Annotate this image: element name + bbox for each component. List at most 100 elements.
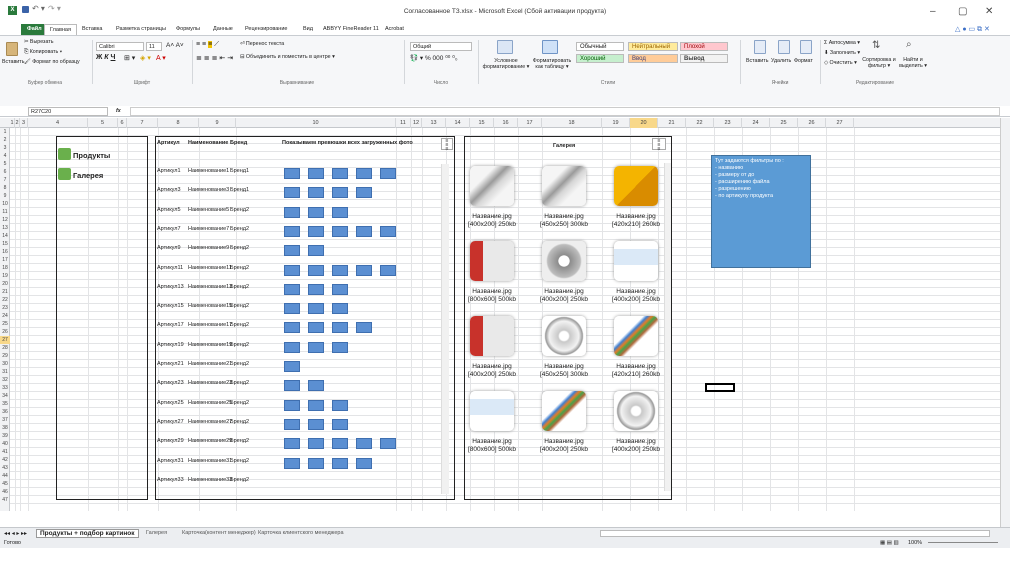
- gallery-thumbnail[interactable]: [470, 316, 514, 356]
- row-header[interactable]: 10: [0, 200, 10, 208]
- preview-thumbnail[interactable]: [308, 264, 324, 276]
- column-header[interactable]: 5: [88, 118, 118, 128]
- format-cells-button[interactable]: Формат: [794, 58, 813, 64]
- column-header[interactable]: 8: [158, 118, 199, 128]
- preview-thumbnail[interactable]: [356, 438, 372, 450]
- row-header[interactable]: 3: [0, 144, 10, 152]
- tab-home[interactable]: Главная: [44, 24, 77, 35]
- style-input[interactable]: Ввод: [628, 54, 678, 63]
- gallery-thumbnail[interactable]: [470, 391, 514, 431]
- font-size-combo[interactable]: 11: [146, 42, 162, 51]
- preview-thumbnail[interactable]: [308, 206, 324, 218]
- column-header[interactable]: 16: [494, 118, 518, 128]
- preview-thumbnail[interactable]: [356, 187, 372, 199]
- column-header[interactable]: 3: [20, 118, 28, 128]
- tab-acrobat[interactable]: Acrobat: [385, 24, 404, 35]
- horizontal-align-icon[interactable]: ≣ ≣ ≣ ⇤ ⇥: [196, 54, 233, 62]
- gallery-thumbnail[interactable]: [542, 391, 586, 431]
- row-header[interactable]: 20: [0, 280, 10, 288]
- column-header[interactable]: 21: [658, 118, 686, 128]
- vertical-scrollbar[interactable]: [1000, 118, 1010, 527]
- minimize-button[interactable]: –: [930, 6, 936, 17]
- gallery-thumbnail[interactable]: [614, 391, 658, 431]
- preview-thumbnail[interactable]: [284, 361, 300, 372]
- view-buttons-icon[interactable]: ▦ ▤ ▥: [880, 540, 899, 546]
- column-header[interactable]: 10: [236, 118, 396, 128]
- row-header[interactable]: 30: [0, 360, 10, 368]
- autosum-button[interactable]: Σ Автосумма ▾: [824, 40, 860, 46]
- preview-thumbnail[interactable]: [308, 438, 324, 450]
- preview-thumbnail[interactable]: [308, 380, 324, 392]
- preview-thumbnail[interactable]: [332, 457, 348, 469]
- preview-thumbnail[interactable]: [308, 418, 324, 430]
- row-header[interactable]: 5: [0, 160, 10, 168]
- preview-thumbnail[interactable]: [284, 418, 300, 430]
- preview-thumbnail[interactable]: [332, 206, 348, 218]
- preview-thumbnail[interactable]: [332, 399, 348, 411]
- sheet-tab-content-card[interactable]: Карточка(контент менеджер): [182, 530, 256, 536]
- preview-thumbnail[interactable]: [332, 264, 348, 276]
- row-header[interactable]: 1: [0, 128, 10, 136]
- font-color-icon[interactable]: A ▾: [156, 54, 166, 62]
- zoom-level[interactable]: 100%: [908, 540, 922, 546]
- row-header[interactable]: 23: [0, 304, 10, 312]
- gallery-thumbnail[interactable]: [470, 166, 514, 206]
- fill-color-icon[interactable]: ◈ ▾: [140, 54, 151, 62]
- format-as-table-icon[interactable]: [542, 40, 558, 54]
- horizontal-scrollbar[interactable]: [600, 530, 990, 537]
- gallery-thumbnail[interactable]: [542, 241, 586, 281]
- row-header[interactable]: 43: [0, 464, 10, 472]
- formula-input[interactable]: [130, 107, 1000, 116]
- row-header[interactable]: 17: [0, 256, 10, 264]
- style-output[interactable]: Вывод: [680, 54, 728, 63]
- tab-view[interactable]: Вид: [303, 24, 313, 35]
- row-header[interactable]: 29: [0, 352, 10, 360]
- gallery-thumbnail[interactable]: [614, 241, 658, 281]
- preview-thumbnail[interactable]: [356, 457, 372, 469]
- preview-thumbnail[interactable]: [332, 322, 348, 334]
- font-name-combo[interactable]: Calibri: [96, 42, 144, 51]
- row-header[interactable]: 16: [0, 248, 10, 256]
- column-header[interactable]: 22: [686, 118, 714, 128]
- gallery-filter-icon[interactable]: ≡ ≡ ≡: [652, 138, 666, 152]
- sheet-tab-client-card[interactable]: Карточка клиентского менеджера: [258, 530, 344, 536]
- preview-thumbnail[interactable]: [308, 399, 324, 411]
- gallery-thumbnail[interactable]: [470, 241, 514, 281]
- tab-insert[interactable]: Вставка: [82, 24, 102, 35]
- delete-cells-button[interactable]: Удалить: [771, 58, 791, 64]
- preview-thumbnail[interactable]: [356, 225, 372, 237]
- preview-thumbnail[interactable]: [356, 168, 372, 179]
- paste-icon[interactable]: [6, 42, 18, 56]
- gallery-button[interactable]: [58, 168, 71, 180]
- preview-thumbnail[interactable]: [308, 322, 324, 334]
- gallery-thumbnail[interactable]: [542, 166, 586, 206]
- copy-button[interactable]: ⎘ Копировать ▾: [24, 49, 62, 56]
- row-header[interactable]: 28: [0, 344, 10, 352]
- style-bad[interactable]: Плохой: [680, 42, 728, 51]
- preview-thumbnail[interactable]: [332, 438, 348, 450]
- paste-button[interactable]: Вставить: [2, 59, 24, 65]
- row-header[interactable]: 18: [0, 264, 10, 272]
- cut-button[interactable]: ✂ Вырезать: [24, 39, 53, 45]
- tab-abbyy[interactable]: ABBYY FineReader 11: [323, 24, 379, 35]
- preview-thumbnail[interactable]: [332, 418, 348, 430]
- row-header[interactable]: 34: [0, 392, 10, 400]
- preview-thumbnail[interactable]: [308, 457, 324, 469]
- column-header[interactable]: 6: [118, 118, 127, 128]
- preview-thumbnail[interactable]: [308, 341, 324, 353]
- preview-thumbnail[interactable]: [284, 380, 300, 392]
- grow-shrink-font-icon[interactable]: A˄ A˅: [166, 42, 184, 49]
- preview-thumbnail[interactable]: [308, 225, 324, 237]
- column-header[interactable]: 23: [714, 118, 742, 128]
- merge-center-button[interactable]: ⊟ Объединить и поместить в центре ▾: [240, 54, 335, 60]
- row-header[interactable]: 25: [0, 320, 10, 328]
- column-header[interactable]: 12: [411, 118, 422, 128]
- column-header[interactable]: 20: [630, 118, 658, 128]
- wrap-text-button[interactable]: ⏎ Перенос текста: [240, 41, 284, 47]
- sheet-tab-products[interactable]: Продукты + подбор картинок: [36, 529, 139, 538]
- clear-button[interactable]: ◇ Очистить ▾: [824, 60, 857, 66]
- row-header[interactable]: 22: [0, 296, 10, 304]
- preview-thumbnail[interactable]: [284, 283, 300, 295]
- preview-thumbnail[interactable]: [284, 303, 300, 315]
- preview-thumbnail[interactable]: [308, 283, 324, 295]
